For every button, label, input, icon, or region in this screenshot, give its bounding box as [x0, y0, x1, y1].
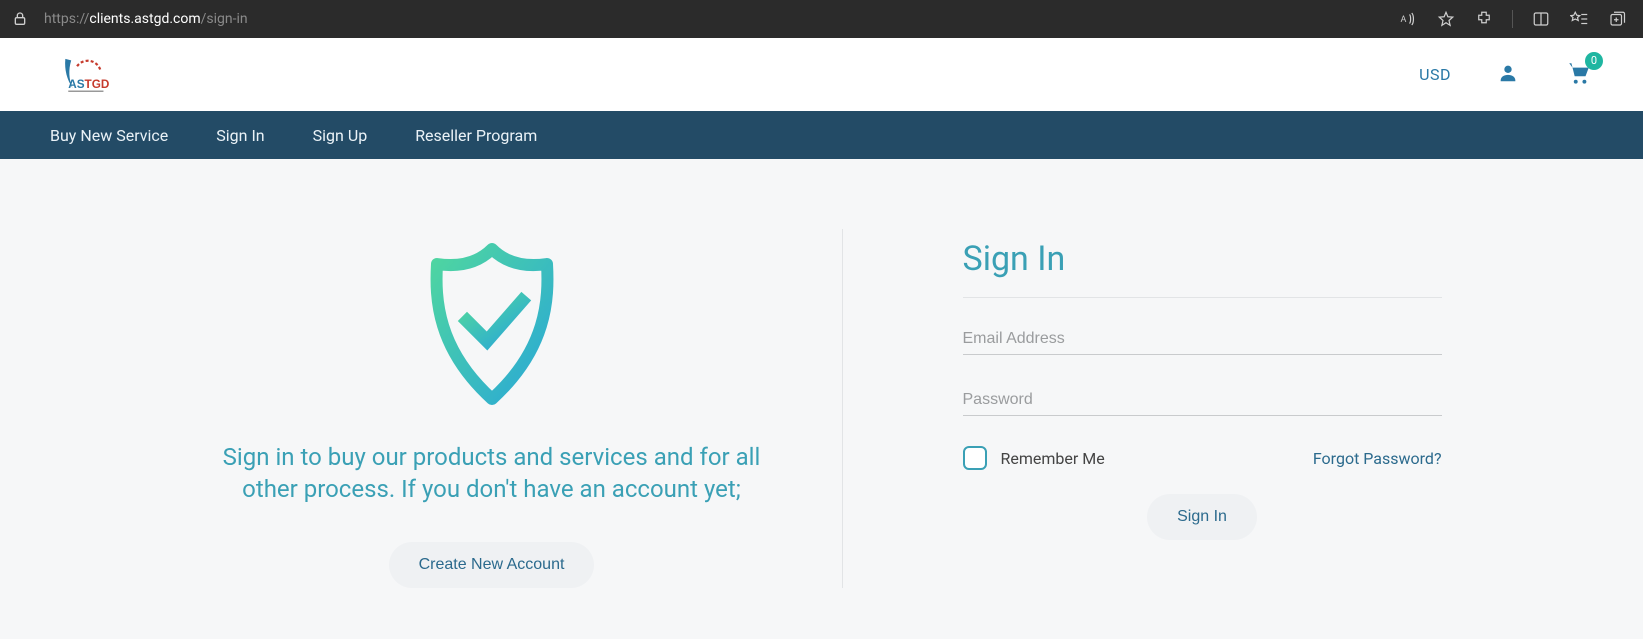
nav-sign-up[interactable]: Sign Up	[313, 126, 368, 145]
url-path: /sign-in	[201, 11, 248, 27]
read-aloud-icon[interactable]: A	[1398, 9, 1418, 29]
site-header: ASTGD USD 0	[0, 38, 1643, 111]
address-bar[interactable]: https://clients.astgd.com/sign-in	[38, 11, 248, 27]
svg-text:ASTGD: ASTGD	[68, 78, 109, 91]
favorite-star-icon[interactable]	[1436, 9, 1456, 29]
forgot-password-link[interactable]: Forgot Password?	[1313, 449, 1442, 468]
password-field-wrap	[963, 385, 1442, 416]
chrome-separator	[1512, 10, 1513, 28]
nav-sign-in[interactable]: Sign In	[216, 126, 264, 145]
url-host: clients.astgd.com	[89, 11, 200, 27]
promo-text: Sign in to buy our products and services…	[222, 441, 762, 506]
remember-me-label[interactable]: Remember Me	[963, 446, 1105, 470]
cart-count-badge: 0	[1585, 52, 1603, 70]
signup-promo: Sign in to buy our products and services…	[142, 229, 842, 588]
remember-me-checkbox[interactable]	[963, 446, 987, 470]
main-content: Sign in to buy our products and services…	[0, 159, 1643, 588]
currency-selector[interactable]: USD	[1419, 65, 1451, 84]
shield-check-icon	[417, 239, 567, 413]
column-divider	[842, 229, 843, 588]
main-nav: Buy New Service Sign In Sign Up Reseller…	[0, 111, 1643, 159]
header-actions: USD 0	[1419, 60, 1593, 90]
user-icon[interactable]	[1497, 62, 1519, 88]
remember-me-text: Remember Me	[1001, 449, 1105, 468]
site-logo[interactable]: ASTGD	[50, 53, 110, 97]
password-field[interactable]	[963, 385, 1442, 416]
title-rule	[963, 297, 1442, 298]
form-title: Sign In	[963, 239, 1442, 279]
email-field-wrap	[963, 324, 1442, 355]
site-info-icon[interactable]	[10, 9, 30, 29]
extensions-icon[interactable]	[1474, 9, 1494, 29]
create-account-button[interactable]: Create New Account	[389, 542, 595, 588]
signin-button[interactable]: Sign In	[1147, 494, 1257, 540]
signin-form: Sign In Remember Me Forgot Password? Sig…	[883, 229, 1502, 588]
cart-button[interactable]: 0	[1565, 60, 1593, 90]
url-scheme: https://	[44, 11, 89, 27]
favorites-list-icon[interactable]	[1569, 9, 1589, 29]
nav-reseller-program[interactable]: Reseller Program	[415, 126, 537, 145]
split-screen-icon[interactable]	[1531, 9, 1551, 29]
nav-buy-new-service[interactable]: Buy New Service	[50, 126, 168, 145]
svg-text:A: A	[1401, 15, 1407, 25]
collections-icon[interactable]	[1607, 9, 1627, 29]
email-field[interactable]	[963, 324, 1442, 355]
browser-actions: A	[1398, 9, 1633, 29]
browser-chrome: https://clients.astgd.com/sign-in A	[0, 0, 1643, 38]
